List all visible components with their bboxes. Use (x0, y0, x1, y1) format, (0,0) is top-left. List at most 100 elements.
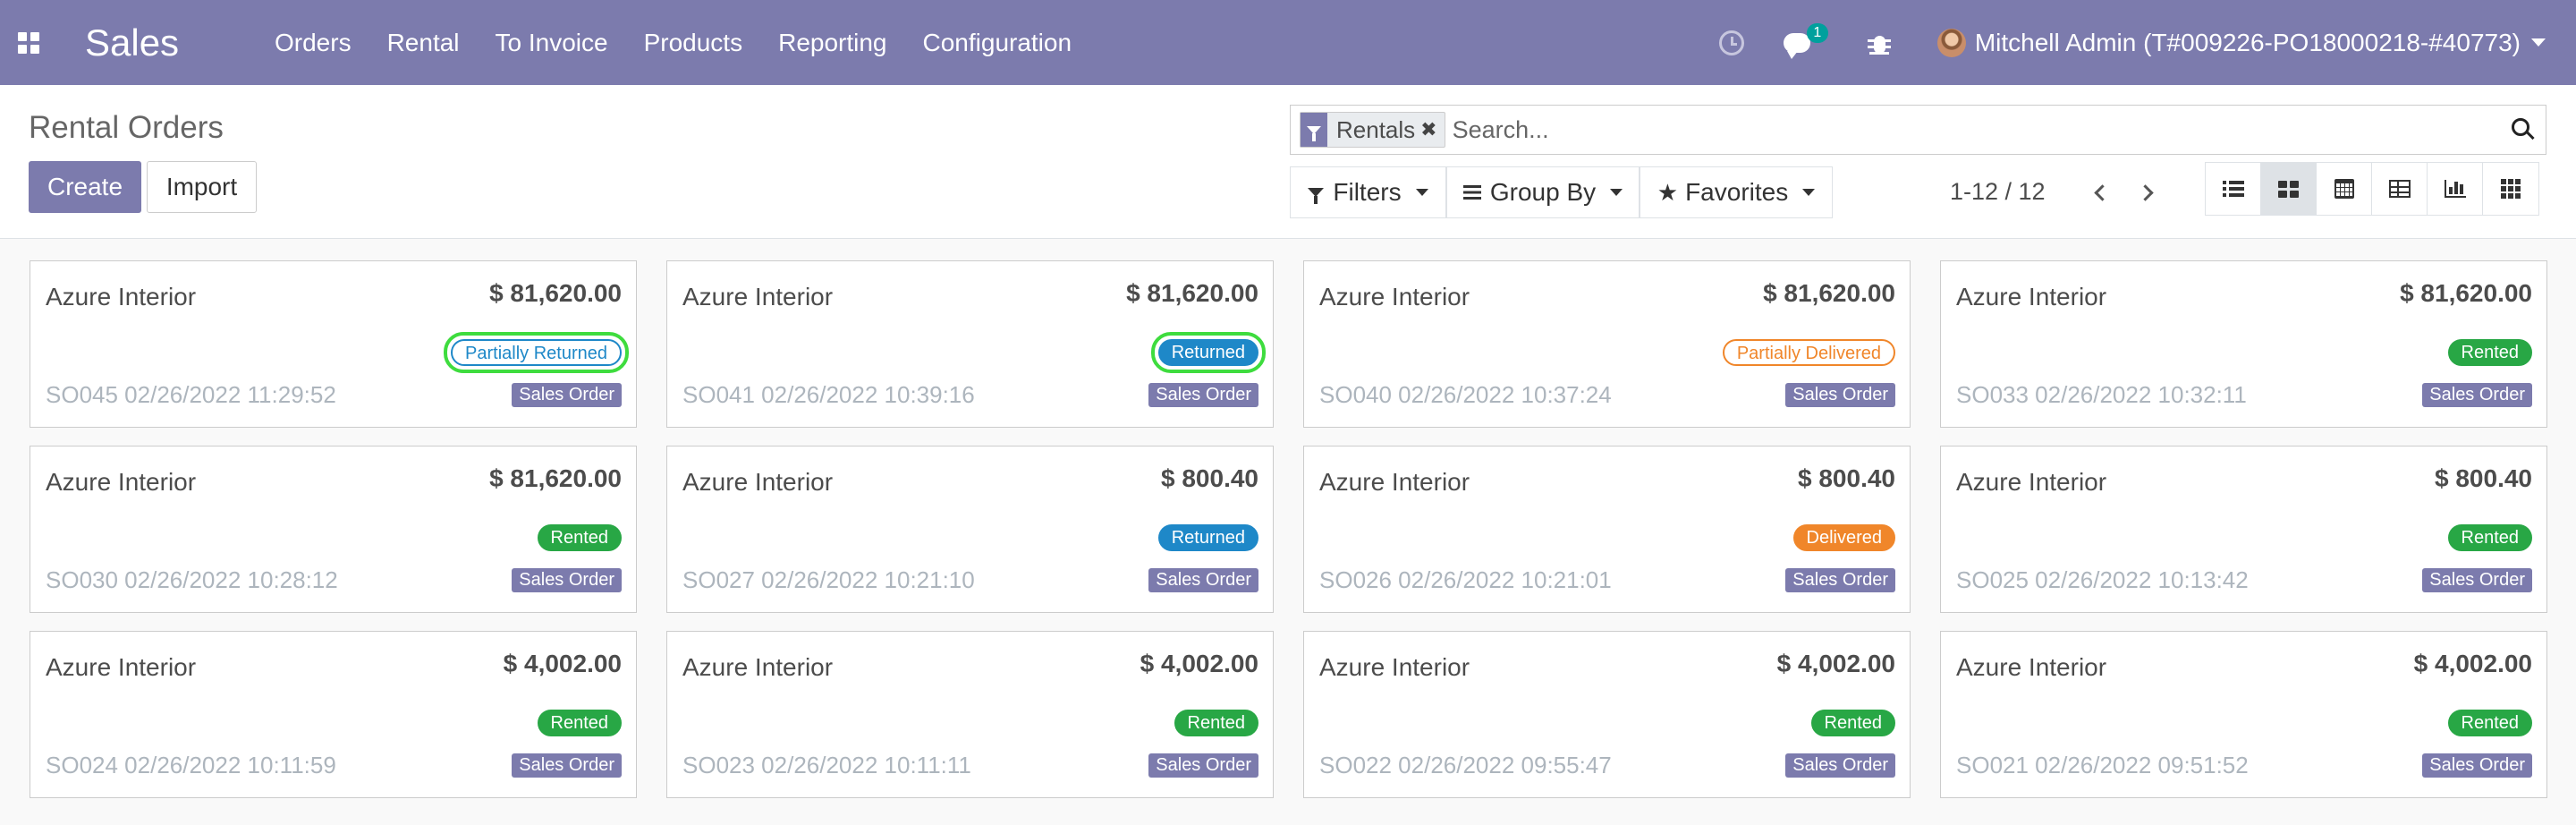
message-count-badge: 1 (1806, 22, 1828, 43)
order-type-tag: Sales Order (1785, 568, 1895, 592)
card-amount: $ 81,620.00 (1126, 279, 1258, 307)
group-by-label: Group By (1489, 178, 1597, 206)
card-reference-date: SO041 02/26/2022 10:39:16 (682, 381, 975, 408)
kanban-record-card[interactable]: Azure Interior $ 81,620.00 Rented SO033 02/… (1940, 260, 2547, 428)
card-amount: $ 4,002.00 (2413, 650, 2532, 677)
order-type-tag: Sales Order (1785, 753, 1895, 778)
search-input[interactable] (1452, 115, 2436, 144)
chevron-left-icon (2093, 183, 2111, 201)
card-amount: $ 800.40 (1798, 464, 1895, 492)
card-customer: Azure Interior (46, 283, 197, 310)
chat-bubble-icon (1783, 32, 1810, 59)
favorites-dropdown-button[interactable]: ★ Favorites (1640, 166, 1833, 218)
breadcrumb-title: Rental Orders (29, 110, 224, 145)
kanban-record-card[interactable]: Azure Interior $ 4,002.00 Rented SO024 02/2… (30, 631, 637, 798)
calendar-view-button[interactable] (2317, 163, 2372, 215)
app-menu-button[interactable] (0, 0, 57, 85)
card-amount: $ 81,620.00 (489, 464, 622, 492)
apps-grid-icon (18, 31, 39, 54)
menu-item-configuration[interactable]: Configuration (923, 29, 1072, 57)
kanban-record-card[interactable]: Azure Interior $ 800.40 Delivered SO026 02/… (1303, 446, 1911, 613)
kanban-record-card[interactable]: Azure Interior $ 4,002.00 Rented SO023 02/2… (666, 631, 1274, 798)
order-type-tag: Sales Order (2422, 753, 2532, 778)
caret-down-icon (1415, 189, 1428, 196)
card-reference-date: SO027 02/26/2022 10:21:10 (682, 566, 975, 593)
search-icon[interactable] (2512, 118, 2535, 140)
calendar-icon (2334, 179, 2354, 199)
create-button[interactable]: Create (29, 161, 141, 213)
pager-next-button[interactable] (2134, 179, 2161, 206)
card-customer: Azure Interior (1319, 468, 1470, 496)
group-by-dropdown-button[interactable]: Group By (1446, 166, 1640, 218)
kanban-record-card[interactable]: Azure Interior $ 4,002.00 Rented SO022 02/2… (1303, 631, 1911, 798)
filter-funnel-icon (1301, 113, 1327, 147)
activity-clock-icon[interactable] (1718, 30, 1744, 55)
pager-value[interactable]: 1-12 / 12 (1950, 178, 2046, 206)
card-reference-date: SO022 02/26/2022 09:55:47 (1319, 752, 1612, 778)
rental-status-badge: Rented (537, 710, 622, 736)
messaging-button[interactable]: 1 (1783, 22, 1828, 59)
user-menu-caret-icon[interactable] (2531, 38, 2546, 47)
facet-label: Rentals (1336, 115, 1416, 143)
graph-view-button[interactable] (2428, 163, 2483, 215)
caret-down-icon (1610, 189, 1623, 196)
grid-icon (2501, 179, 2521, 199)
card-reference-date: SO040 02/26/2022 10:37:24 (1319, 381, 1612, 408)
kanban-icon (2278, 180, 2299, 198)
caret-down-icon (1802, 189, 1816, 196)
debug-bug-icon[interactable] (1867, 30, 1891, 55)
menu-item-reporting[interactable]: Reporting (778, 29, 886, 57)
card-amount: $ 4,002.00 (1776, 650, 1895, 677)
user-menu-name[interactable]: Mitchell Admin (T#009226-PO18000218-#407… (1975, 29, 2521, 57)
kanban-view-button[interactable] (2261, 163, 2317, 215)
list-view-button[interactable] (2206, 163, 2261, 215)
search-facet-rentals: Rentals ✖ (1300, 112, 1445, 148)
user-avatar[interactable] (1936, 28, 1966, 57)
card-amount: $ 4,002.00 (503, 650, 622, 677)
kanban-record-card[interactable]: Azure Interior $ 81,620.00 Partially Deliv… (1303, 260, 1911, 428)
card-reference-date: SO023 02/26/2022 10:11:11 (682, 752, 971, 778)
card-customer: Azure Interior (682, 468, 834, 496)
card-reference-date: SO024 02/26/2022 10:11:59 (46, 752, 336, 778)
card-customer: Azure Interior (46, 653, 197, 681)
rental-status-badge: Rented (2447, 524, 2532, 551)
import-button[interactable]: Import (147, 161, 257, 213)
rental-status-badge: Partially Delivered (1722, 339, 1895, 366)
facet-remove-icon[interactable]: ✖ (1420, 118, 1444, 141)
menu-item-to-invoice[interactable]: To Invoice (496, 29, 608, 57)
menu-item-rental[interactable]: Rental (387, 29, 460, 57)
rental-status-badge: Rented (2447, 339, 2532, 366)
status-highlight-outline (1151, 332, 1266, 373)
card-amount: $ 81,620.00 (489, 279, 622, 307)
control-panel: Rental Orders Create Import Rentals ✖ Fi… (0, 85, 2576, 239)
order-type-tag: Sales Order (2422, 568, 2532, 592)
kanban-record-card[interactable]: Azure Interior $ 4,002.00 Rented SO021 02/2… (1940, 631, 2547, 798)
activity-view-button[interactable] (2483, 163, 2538, 215)
kanban-record-card[interactable]: Azure Interior $ 800.40 Rented SO025 02/26/… (1940, 446, 2547, 613)
rental-status-badge: Rented (1174, 710, 1258, 736)
bar-chart-icon (2444, 180, 2466, 198)
menu-item-orders[interactable]: Orders (275, 29, 352, 57)
kanban-record-card[interactable]: Azure Interior $ 81,620.00 Rented SO030 02/… (30, 446, 637, 613)
card-reference-date: SO033 02/26/2022 10:32:11 (1956, 381, 2247, 408)
favorites-label: Favorites (1685, 178, 1789, 206)
menu-item-products[interactable]: Products (644, 29, 743, 57)
kanban-record-card[interactable]: Azure Interior $ 800.40 Returned SO027 02/2… (666, 446, 1274, 613)
systray: 1 Mitchell Admin (T#009226-PO18000218-#4… (1718, 0, 2576, 85)
rental-status-badge: Delivered (1792, 524, 1895, 551)
filters-dropdown-button[interactable]: Filters (1290, 166, 1446, 218)
kanban-record-card[interactable]: Azure Interior $ 81,620.00 Returned SO041 0… (666, 260, 1274, 428)
bars-icon (1462, 185, 1481, 200)
card-reference-date: SO021 02/26/2022 09:51:52 (1956, 752, 2249, 778)
rental-status-badge: Returned (1157, 524, 1258, 551)
card-customer: Azure Interior (1956, 468, 2107, 496)
card-amount: $ 81,620.00 (2400, 279, 2532, 307)
order-type-tag: Sales Order (1148, 383, 1258, 407)
status-highlight-outline (444, 332, 629, 373)
card-amount: $ 4,002.00 (1140, 650, 1258, 677)
pager-previous-button[interactable] (2086, 179, 2113, 206)
rental-status-badge: Rented (2447, 710, 2532, 736)
kanban-record-card[interactable]: Azure Interior $ 81,620.00 Partially Retur… (30, 260, 637, 428)
card-reference-date: SO030 02/26/2022 10:28:12 (46, 566, 338, 593)
pivot-view-button[interactable] (2372, 163, 2428, 215)
